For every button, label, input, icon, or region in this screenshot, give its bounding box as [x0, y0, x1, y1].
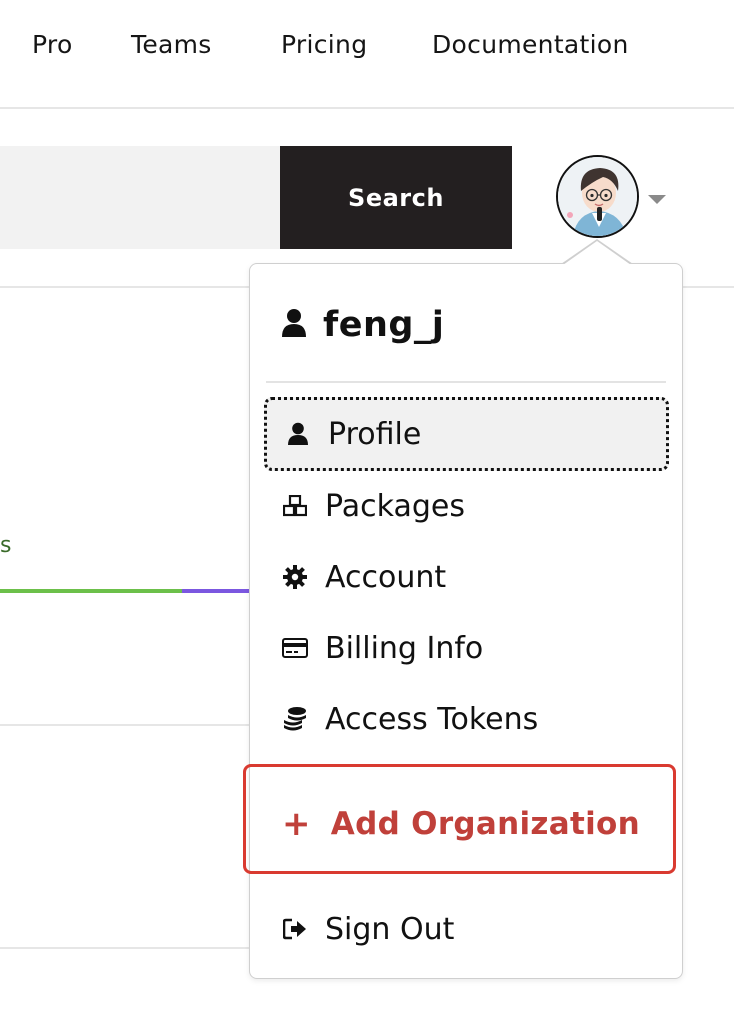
- dropdown-pointer-fill: [563, 241, 631, 265]
- cubes-icon: [282, 493, 308, 519]
- menu-item-label: Sign Out: [325, 911, 455, 947]
- plus-icon: +: [282, 804, 311, 844]
- menu-user-header: feng_j: [282, 300, 444, 350]
- menu-item-packages[interactable]: Packages: [264, 469, 669, 543]
- top-navigation: Pro Teams Pricing Documentation: [0, 0, 734, 109]
- menu-item-label: Packages: [325, 488, 465, 524]
- user-icon: [285, 421, 311, 447]
- background-progress-bar-green: [0, 589, 182, 593]
- menu-item-label: Profile: [328, 416, 422, 452]
- user-avatar[interactable]: [556, 155, 639, 238]
- menu-item-billing-info[interactable]: Billing Info: [264, 611, 669, 685]
- add-organization-label: Add Organization: [330, 806, 640, 842]
- menu-divider: [266, 381, 666, 383]
- avatar-image: [558, 157, 637, 236]
- nav-link-teams[interactable]: Teams: [131, 30, 212, 59]
- menu-item-label: Access Tokens: [325, 701, 539, 737]
- menu-item-access-tokens[interactable]: Access Tokens: [264, 682, 669, 756]
- sign-out-icon: [282, 916, 308, 942]
- background-progress-bar-purple: [182, 589, 250, 593]
- user-icon: [282, 308, 306, 342]
- caret-down-icon[interactable]: [648, 195, 666, 204]
- gear-icon: [282, 564, 308, 590]
- menu-item-sign-out[interactable]: Sign Out: [264, 892, 669, 966]
- menu-item-label: Billing Info: [325, 630, 484, 666]
- menu-item-account[interactable]: Account: [264, 540, 669, 614]
- coins-stack-icon: [282, 706, 308, 732]
- nav-link-pricing[interactable]: Pricing: [281, 30, 367, 59]
- add-organization-button[interactable]: + Add Organization: [282, 798, 640, 850]
- nav-link-pro[interactable]: Pro: [32, 30, 73, 59]
- background-divider: [0, 724, 250, 726]
- menu-item-label: Account: [325, 559, 447, 595]
- search-input[interactable]: [0, 146, 280, 249]
- menu-item-profile[interactable]: Profile: [264, 397, 669, 471]
- background-divider: [0, 947, 250, 949]
- credit-card-icon: [282, 635, 308, 661]
- nav-link-documentation[interactable]: Documentation: [432, 30, 629, 59]
- menu-username: feng_j: [323, 305, 445, 345]
- background-text-fragment: s: [0, 533, 12, 558]
- search-button[interactable]: Search: [280, 146, 512, 249]
